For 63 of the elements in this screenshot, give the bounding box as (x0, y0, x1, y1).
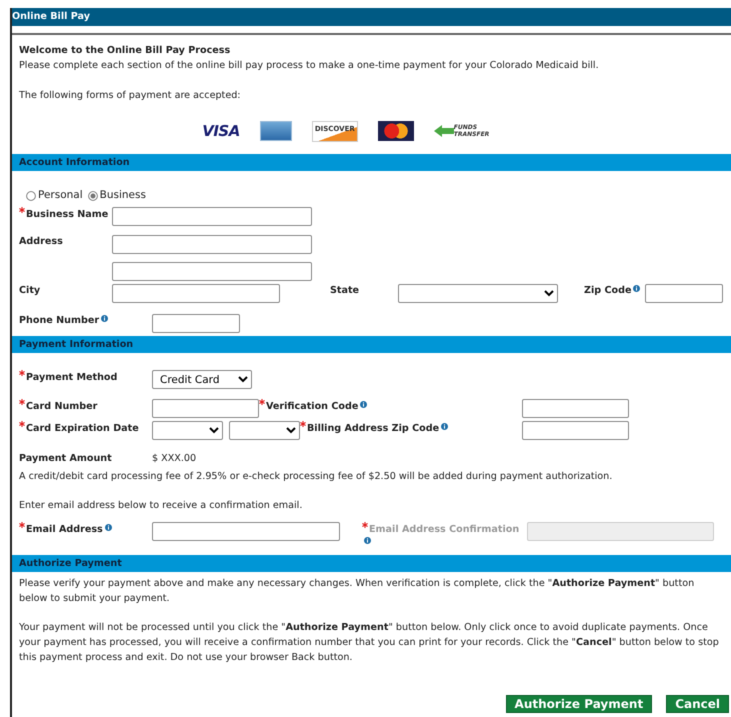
field-label: Address (19, 236, 63, 247)
authorize-payment-button[interactable]: Authorize Payment (506, 695, 652, 713)
text-field[interactable] (112, 235, 312, 254)
info-icon (633, 285, 640, 292)
intro-heading: Welcome to the Online Bill Pay Process (19, 44, 232, 58)
field-label: Zip Code (584, 285, 632, 296)
required-icon (19, 522, 25, 528)
text-field[interactable] (522, 399, 629, 418)
window-title: Online Bill Pay (12, 8, 731, 26)
accepted-text: The following forms of payment are accepted: (19, 89, 242, 103)
text-field[interactable] (645, 284, 723, 303)
instructions-paragraph: Your payment will not be processed until you click the "Authorize Payment" button below. Only click once to avoid duplicate payments. Once your payment has processed, you will receive a confirmation number that you can print for your records. Click the "Cancel" button below to stop this payment process and exit. Do not use your browser Back button. (18, 621, 720, 665)
dropdown-field[interactable] (229, 421, 300, 440)
required-icon (300, 421, 306, 427)
cancel-button[interactable]: Cancel (666, 695, 729, 713)
intro-text: Please complete each section of the online bill pay process to make a one-time payment for your Colorado Medicaid bill. (19, 59, 600, 73)
section-header: Account Information (12, 154, 731, 171)
visa-logo: VISA (202, 122, 240, 140)
dropdown-field[interactable]: Credit Card (152, 370, 252, 389)
email-field[interactable] (152, 522, 340, 541)
section-header: Authorize Payment (12, 555, 731, 572)
section-header: Payment Information (12, 336, 731, 353)
fee-text: A credit/debit card processing fee of 2.95% or e-check processing fee of $2.50 will be added during payment authorization. (18, 470, 614, 483)
dropdown-field[interactable] (152, 421, 223, 440)
field-label: Card Expiration Date (26, 423, 139, 434)
required-icon (19, 421, 25, 427)
required-icon (259, 399, 265, 405)
required-icon (19, 399, 25, 405)
required-icon (19, 370, 25, 376)
info-icon (364, 537, 371, 544)
field-label: Verification Code (266, 401, 358, 412)
field-label: City (19, 285, 40, 296)
field-label: Business Name (26, 209, 108, 220)
text-field[interactable] (522, 421, 629, 440)
text-field[interactable] (152, 314, 240, 333)
field-label: State (330, 285, 360, 296)
text-field[interactable] (112, 284, 280, 303)
card-logo (378, 121, 414, 141)
email-prompt: Enter email address below to receive a confirmation email. (18, 499, 304, 512)
radio-label: Personal (38, 189, 83, 202)
info-icon (104, 524, 112, 531)
text-field[interactable] (112, 207, 312, 226)
field-label: Email Address (26, 524, 103, 535)
instructions-paragraph: Please verify your payment above and make any necessary changes. When verification is complete, click the "Authorize Payment" button below to submit your payment. (18, 577, 696, 606)
field-label: Card Number (26, 401, 98, 412)
field-label: Billing Address Zip Code (307, 423, 440, 434)
required-icon (362, 522, 368, 528)
radio-button[interactable] (88, 190, 98, 200)
field-label: Payment Method (26, 372, 118, 383)
card-logo (260, 121, 292, 141)
payment-amount-value: $ XXX.00 (152, 452, 198, 465)
radio-button[interactable] (26, 190, 36, 200)
text-field[interactable] (112, 262, 312, 281)
dropdown-field[interactable] (398, 284, 558, 303)
info-icon (360, 401, 368, 408)
radio-label: Business (100, 189, 146, 202)
required-icon (19, 207, 25, 213)
field-label: Payment Amount (19, 453, 112, 464)
field-label: Email Address Confirmation (369, 524, 520, 535)
field-label: Phone Number (19, 315, 100, 326)
info-icon (441, 423, 448, 430)
info-icon (101, 315, 108, 322)
text-field[interactable] (152, 399, 259, 418)
